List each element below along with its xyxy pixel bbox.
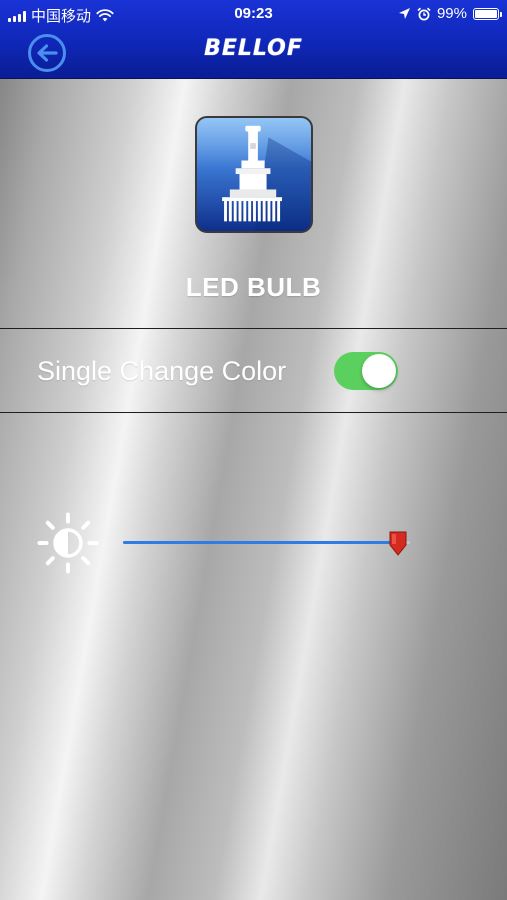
single-change-color-label: Single Change Color [37,356,287,386]
divider-top [0,328,507,329]
battery-percent: 99% [436,5,467,22]
location-arrow-icon [398,8,410,19]
slider-fill [123,541,398,544]
led-bulb-icon [195,116,313,233]
brightness-icon [37,512,99,574]
brightness-slider[interactable] [123,528,410,558]
header-bar: 中国移动 09:23 99% BELLOF [0,0,507,79]
nav-bar: BELLOF [0,28,507,78]
battery-icon [473,7,502,20]
slider-thumb[interactable] [389,530,407,556]
status-right: 99% [398,5,502,22]
product-title: LED BULB [185,272,322,302]
brand-logo: BELLOF [204,36,303,61]
screen: 中国移动 09:23 99% BELLOF LED BULB Single Ch… [0,0,507,900]
single-change-color-toggle[interactable] [334,352,398,390]
status-bar: 中国移动 09:23 99% [0,0,507,28]
toggle-knob [362,354,396,388]
alarm-icon [417,7,431,20]
divider-bottom [0,412,507,413]
single-change-color-row: Single Change Color [0,330,507,413]
battery-fill [475,9,497,18]
